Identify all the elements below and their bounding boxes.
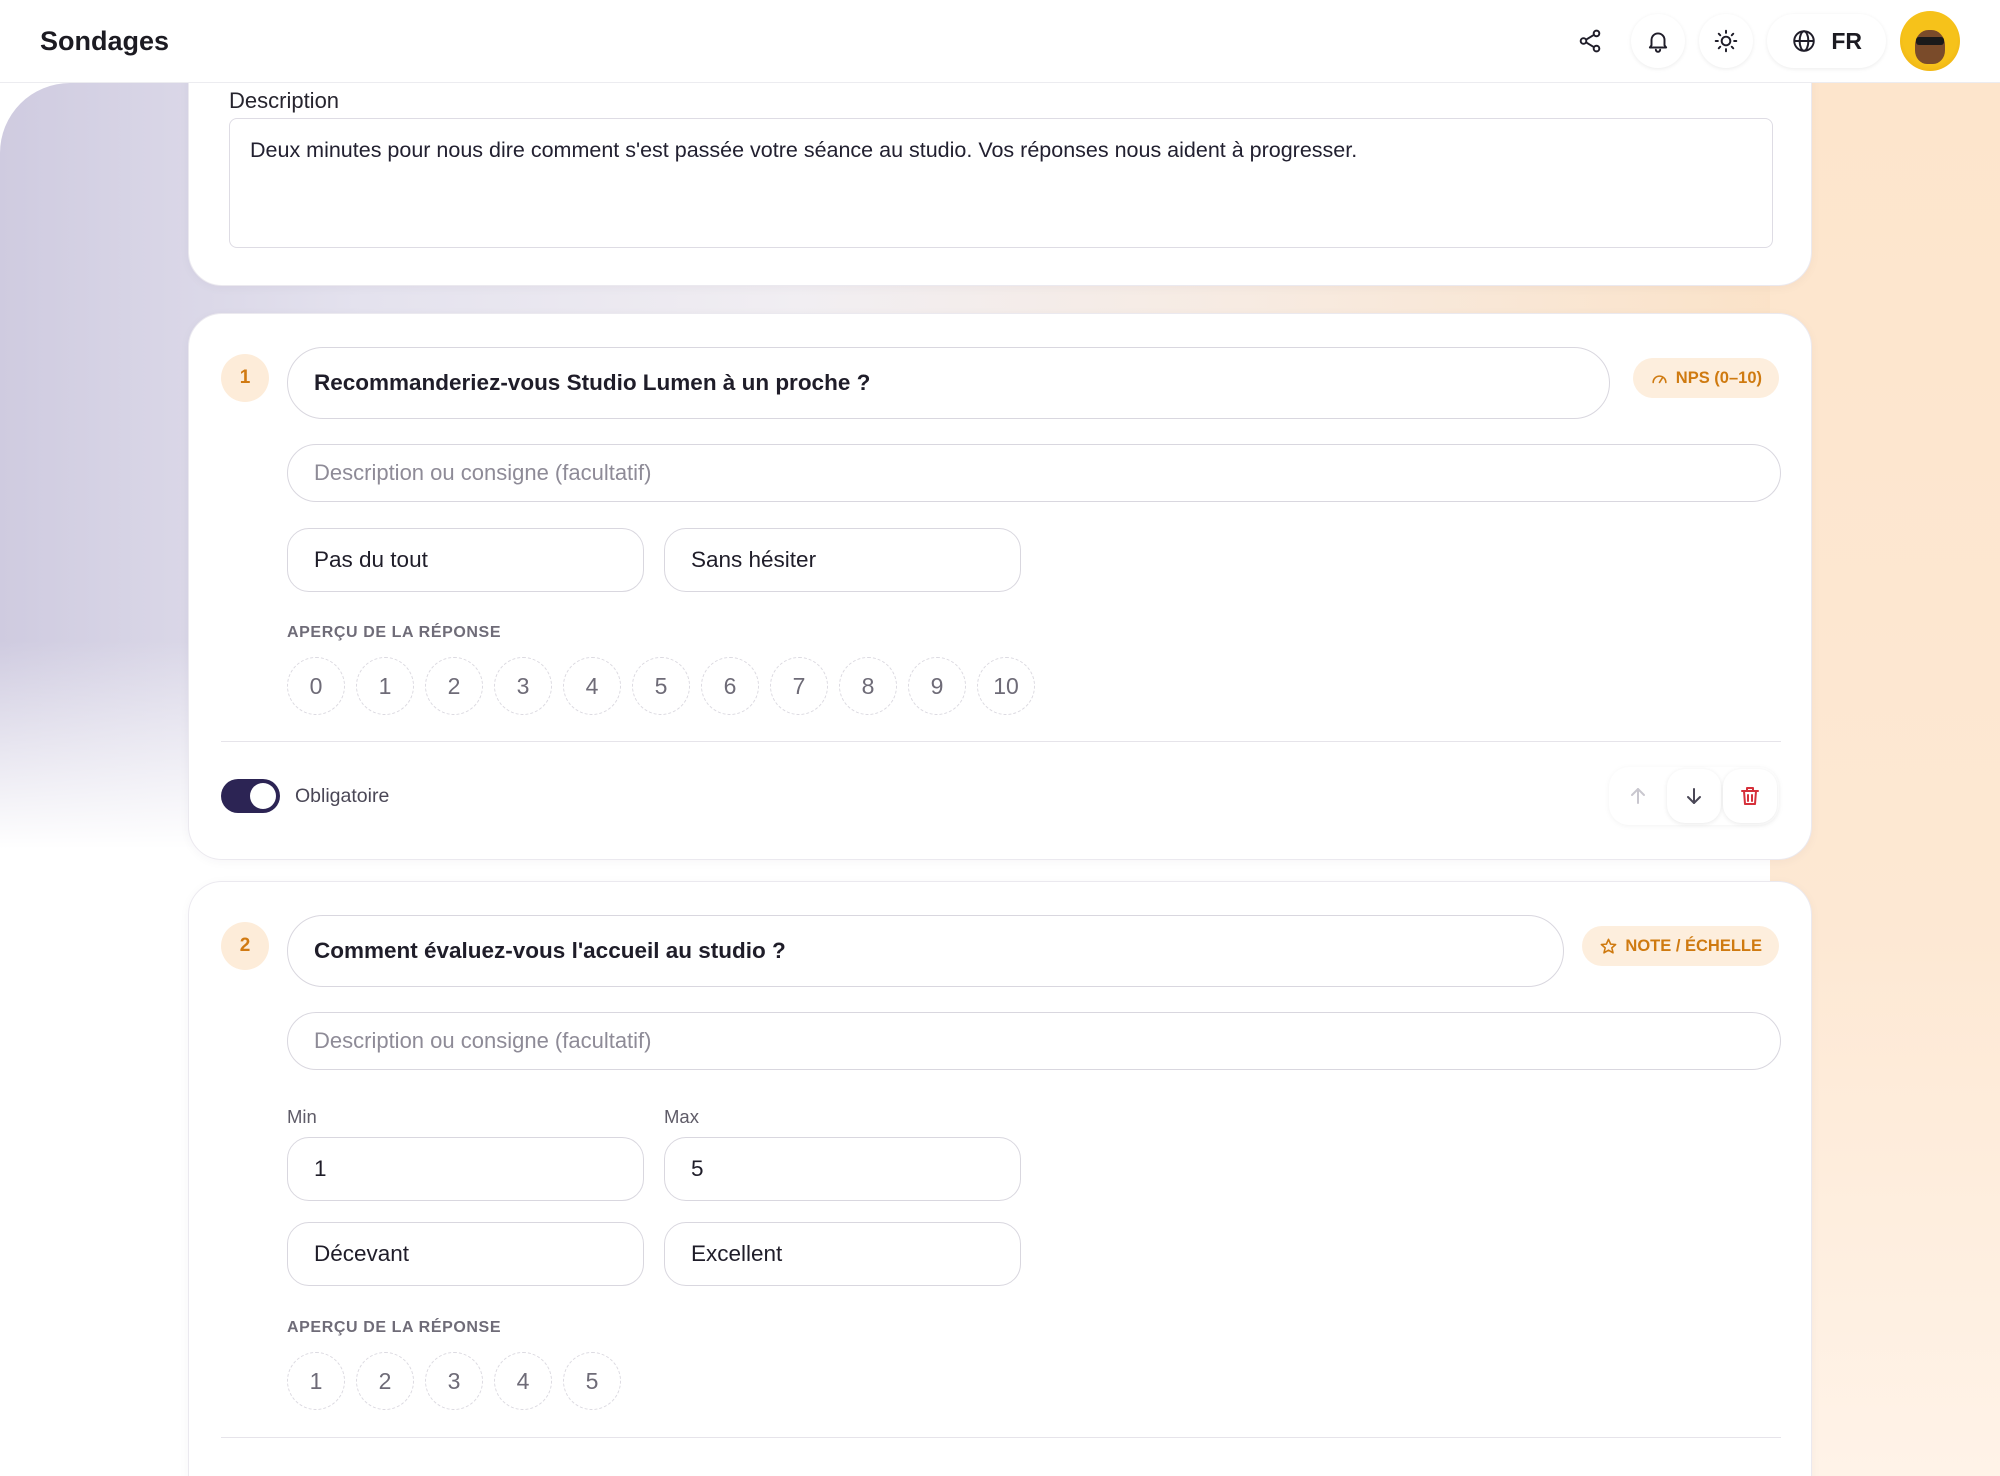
question-title-input[interactable]: Comment évaluez-vous l'accueil au studio…	[287, 915, 1564, 987]
scale-option[interactable]: 4	[494, 1352, 552, 1410]
language-selector[interactable]: FR	[1767, 14, 1886, 68]
language-label: FR	[1831, 27, 1862, 54]
trash-icon	[1741, 787, 1759, 805]
question-type-label: NOTE / ÉCHELLE	[1625, 936, 1762, 955]
required-label: Obligatoire	[295, 785, 390, 807]
bell-icon	[1649, 32, 1668, 53]
rating-preview-scale: 1 2 3 4 5	[287, 1352, 621, 1410]
question-title-input[interactable]: Recommanderiez-vous Studio Lumen à un pr…	[287, 347, 1610, 419]
scale-option[interactable]: 1	[287, 1352, 345, 1410]
max-label: Max	[664, 1106, 699, 1127]
survey-editor: Description Deux minutes pour nous dire …	[188, 83, 1812, 1476]
preview-label: APERÇU DE LA RÉPONSE	[287, 1319, 502, 1336]
top-actions: FR	[1563, 11, 1960, 71]
description-textarea[interactable]: Deux minutes pour nous dire comment s'es…	[229, 118, 1773, 248]
delete-question-button[interactable]	[1723, 769, 1777, 823]
question-type-badge[interactable]: NPS (0–10)	[1632, 358, 1779, 398]
question-type-label: NPS (0–10)	[1675, 368, 1762, 387]
scale-option[interactable]: 9	[908, 657, 966, 715]
question-card-2: 2 Comment évaluez-vous l'accueil au stud…	[188, 881, 1812, 1476]
max-value-input[interactable]: 5	[664, 1137, 1021, 1201]
min-value-input[interactable]: 1	[287, 1137, 644, 1201]
app-title: Sondages	[40, 25, 170, 56]
high-label-input[interactable]: Excellent	[664, 1222, 1021, 1286]
toggle-knob	[250, 783, 276, 809]
card-divider	[221, 741, 1781, 742]
move-down-button[interactable]	[1667, 769, 1721, 823]
scale-option[interactable]: 4	[563, 657, 621, 715]
globe-icon	[1793, 30, 1816, 52]
question-type-badge[interactable]: NOTE / ÉCHELLE	[1582, 926, 1779, 966]
question-card-1: 1 Recommanderiez-vous Studio Lumen à un …	[188, 313, 1812, 860]
avatar-face	[1915, 30, 1945, 64]
main-canvas: Description Deux minutes pour nous dire …	[0, 83, 2000, 1476]
required-toggle[interactable]	[221, 779, 280, 813]
high-label-input[interactable]: Sans hésiter	[664, 528, 1021, 592]
description-label: Description	[229, 88, 340, 113]
scale-option[interactable]: 5	[563, 1352, 621, 1410]
question-number: 1	[221, 354, 269, 402]
star-icon	[1600, 938, 1617, 954]
user-avatar[interactable]	[1900, 11, 1960, 71]
min-label: Min	[287, 1106, 317, 1127]
scale-option[interactable]: 2	[425, 657, 483, 715]
share-button[interactable]	[1563, 14, 1618, 68]
arrow-up-icon	[1631, 788, 1645, 804]
nps-preview-scale: 0 1 2 3 4 5 6 7 8 9 10	[287, 657, 1035, 715]
sun-icon	[1715, 29, 1738, 53]
avatar-sunglasses	[1916, 37, 1944, 45]
scale-option[interactable]: 8	[839, 657, 897, 715]
scale-option[interactable]: 1	[356, 657, 414, 715]
scale-option[interactable]: 10	[977, 657, 1035, 715]
question-actions	[1609, 767, 1779, 825]
card-divider	[221, 1437, 1781, 1438]
scale-option[interactable]: 6	[701, 657, 759, 715]
share-icon	[1580, 29, 1601, 53]
question-description-input[interactable]: Description ou consigne (facultatif)	[287, 444, 1781, 502]
notifications-button[interactable]	[1631, 14, 1686, 68]
question-description-input[interactable]: Description ou consigne (facultatif)	[287, 1012, 1781, 1070]
scale-option[interactable]: 5	[632, 657, 690, 715]
low-label-input[interactable]: Pas du tout	[287, 528, 644, 592]
low-label-input[interactable]: Décevant	[287, 1222, 644, 1286]
arrow-down-icon	[1687, 788, 1701, 804]
question-number: 2	[221, 922, 269, 970]
top-bar: Sondages FR	[0, 0, 2000, 83]
gauge-icon	[1652, 374, 1667, 383]
scale-option[interactable]: 7	[770, 657, 828, 715]
scale-option[interactable]: 2	[356, 1352, 414, 1410]
scale-option[interactable]: 0	[287, 657, 345, 715]
move-up-button[interactable]	[1611, 769, 1665, 823]
description-card: Description Deux minutes pour nous dire …	[188, 83, 1812, 286]
preview-label: APERÇU DE LA RÉPONSE	[287, 624, 502, 641]
theme-toggle-button[interactable]	[1699, 14, 1754, 68]
scale-option[interactable]: 3	[425, 1352, 483, 1410]
scale-option[interactable]: 3	[494, 657, 552, 715]
